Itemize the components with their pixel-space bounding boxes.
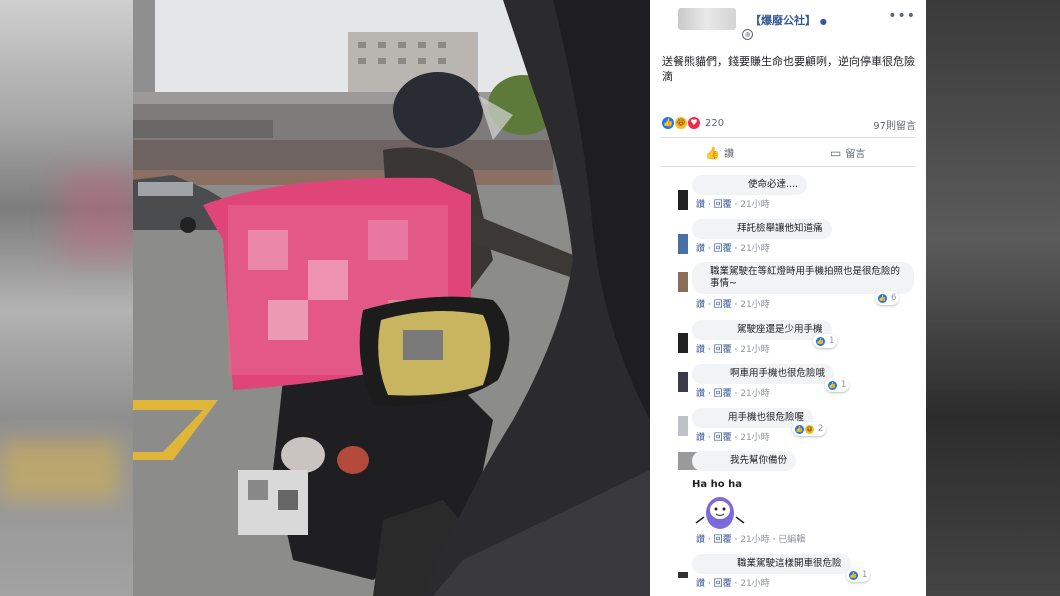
like-button[interactable]: 👍 讚: [705, 145, 734, 161]
comment-meta: 讚 · 回覆 · 21小時 · 已編輯: [696, 535, 806, 545]
comment-time[interactable]: 21小時: [740, 200, 769, 210]
page-name-link[interactable]: 【爆廢公社】 ●: [750, 12, 827, 28]
comment-bubble: 我先幫你備份: [692, 451, 797, 471]
like-button-label: 讚: [723, 149, 734, 160]
comment-reaction-count: 2: [818, 424, 824, 434]
post-text: 送餐熊貓們，錢要賺生命也要顧咧，逆向停車很危險滴: [662, 55, 915, 83]
comment-meta: 讚 · 回覆 · 21小時: [696, 579, 770, 589]
like-reaction-icon: 👍: [849, 570, 858, 580]
comment-like-link[interactable]: 讚: [696, 200, 705, 210]
background-blur-shape: [0, 440, 120, 500]
more-options-icon[interactable]: •••: [888, 8, 916, 24]
sticker-shape: [710, 501, 730, 519]
haha-reaction-icon: 😆: [675, 117, 687, 129]
comment-like-link[interactable]: 讚: [696, 300, 705, 310]
love-reaction-icon: ♥: [688, 117, 700, 129]
comment-reaction-badge[interactable]: 👍 6: [875, 291, 900, 305]
comment-bubble: 啊車用手機也很危險哦: [692, 364, 835, 384]
reaction-summary[interactable]: 👍 😆 ♥ 220: [662, 115, 724, 131]
sticker-shape: [722, 507, 726, 511]
comment-reply-link[interactable]: 回覆: [714, 579, 732, 589]
post-header: 【爆廢公社】 ● ◍ •••: [650, 0, 926, 50]
comment-icon: ▭: [830, 145, 842, 160]
commenter-avatar[interactable]: [678, 572, 688, 578]
like-reaction-icon: 👍: [662, 117, 674, 129]
comment-bubble: 使命必達....: [692, 175, 808, 195]
comment-reaction-badge[interactable]: 👍 1: [846, 568, 871, 582]
comment-edited-label[interactable]: 已編輯: [778, 535, 805, 545]
poster-avatar[interactable]: [678, 8, 736, 30]
comment-button-label: 留言: [845, 149, 866, 160]
comment-meta: 讚 · 回覆 · 21小時: [696, 300, 770, 310]
comment-like-link[interactable]: 讚: [696, 345, 705, 355]
comment-reaction-count: 6: [891, 293, 897, 303]
comment-like-link[interactable]: 讚: [696, 244, 705, 254]
comment-reaction-count: 1: [829, 336, 835, 346]
comment-like-link[interactable]: 讚: [696, 433, 705, 443]
comment-meta: 讚 · 回覆 · 21小時: [696, 244, 770, 254]
comment-bubble: 職業駕駛這樣開車很危險: [692, 554, 851, 574]
like-reaction-icon: 👍: [795, 424, 804, 434]
comment-reply-link[interactable]: 回覆: [714, 535, 732, 545]
commenter-avatar[interactable]: [678, 416, 688, 436]
comment-reply-link[interactable]: 回覆: [714, 345, 732, 355]
comment-like-link[interactable]: 讚: [696, 579, 705, 589]
comment-time[interactable]: 21小時: [740, 389, 769, 399]
commenter-avatar[interactable]: [678, 272, 688, 292]
comment-time[interactable]: 21小時: [740, 300, 769, 310]
comment-time[interactable]: 21小時: [740, 345, 769, 355]
comment-bubble: 拜託檢舉讓他知道痛: [692, 219, 832, 239]
comment-time[interactable]: 21小時: [740, 433, 769, 443]
comment-meta: 讚 · 回覆 · 21小時: [696, 389, 770, 399]
dot-separator: ●: [819, 17, 827, 26]
comment-reply-link[interactable]: 回覆: [714, 244, 732, 254]
comment-reaction-badge[interactable]: 👍 😆 2: [792, 422, 827, 436]
commenter-avatar[interactable]: [678, 333, 688, 353]
comment-time[interactable]: 21小時: [740, 579, 769, 589]
globe-icon: ◍: [742, 29, 753, 40]
commenter-avatar[interactable]: [678, 234, 688, 254]
divider: [660, 137, 916, 138]
comment-bubble: 職業駕駛在等紅燈時用手機拍照也是很危險的事情~: [692, 262, 914, 294]
comment-like-link[interactable]: 讚: [696, 389, 705, 399]
sticker-shape: [714, 507, 718, 511]
comment-like-link[interactable]: 讚: [696, 535, 705, 545]
sticker-text: Ha ho ha: [692, 479, 742, 490]
comment-reaction-count: 1: [862, 570, 868, 580]
post-photo[interactable]: [133, 0, 650, 596]
comment-sticker[interactable]: Ha ho ha: [690, 475, 750, 533]
page-name-label[interactable]: 【爆廢公社】: [750, 14, 816, 27]
comment-bubble: 駕駛座還是少用手機: [692, 320, 832, 340]
background-blur-shape: [60, 170, 140, 260]
comment-meta: 讚 · 回覆 · 21小時: [696, 345, 770, 355]
divider: [660, 166, 916, 167]
comment-reply-link[interactable]: 回覆: [714, 300, 732, 310]
comment-button[interactable]: ▭ 留言: [830, 145, 866, 161]
comment-meta: 讚 · 回覆 · 21小時: [696, 433, 770, 443]
comment-reaction-count: 1: [841, 380, 847, 390]
comment-reaction-badge[interactable]: 👍 1: [825, 378, 850, 392]
like-reaction-icon: 👍: [878, 293, 887, 303]
commenter-avatar[interactable]: [678, 372, 688, 392]
post-actions: 👍 讚 ▭ 留言: [650, 142, 926, 164]
comment-meta: 讚 · 回覆 · 21小時: [696, 200, 770, 210]
haha-reaction-icon: 😆: [805, 424, 814, 434]
commenter-avatar[interactable]: [678, 190, 688, 210]
comment-reply-link[interactable]: 回覆: [714, 200, 732, 210]
thumbs-up-icon: 👍: [705, 145, 720, 160]
reaction-count: 220: [705, 117, 725, 129]
comment-text: 我先幫你備份: [730, 455, 788, 466]
photo-scene: [133, 0, 650, 596]
blurred-background-right: [926, 0, 1060, 596]
comment-reaction-badge[interactable]: 👍 1: [813, 334, 838, 348]
facebook-post-panel: 【爆廢公社】 ● ◍ ••• 送餐熊貓們，錢要賺生命也要顧咧，逆向停車很危險滴 …: [650, 0, 926, 596]
comment-reply-link[interactable]: 回覆: [714, 433, 732, 443]
comment-reply-link[interactable]: 回覆: [714, 389, 732, 399]
comment-time[interactable]: 21小時: [740, 535, 769, 545]
like-reaction-icon: 👍: [828, 380, 837, 390]
like-reaction-icon: 👍: [816, 336, 825, 346]
comment-count-link[interactable]: 97則留言: [873, 117, 916, 132]
comment-time[interactable]: 21小時: [740, 244, 769, 254]
blurred-background-left: [0, 0, 140, 596]
